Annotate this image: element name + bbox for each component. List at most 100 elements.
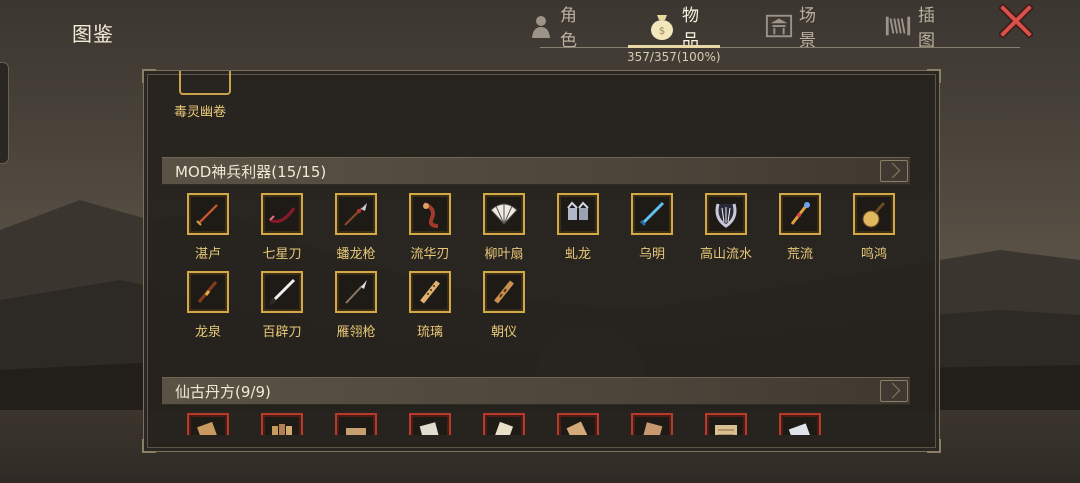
pipa-icon — [862, 201, 886, 228]
ornate-blade-icon — [423, 202, 439, 228]
item-slot[interactable] — [187, 193, 229, 235]
item-slot[interactable] — [631, 413, 673, 435]
item-cell[interactable]: 荒流 — [762, 193, 822, 273]
item-slot[interactable] — [409, 271, 451, 313]
item-slot[interactable] — [557, 413, 599, 435]
item-label: 龙泉 — [194, 325, 221, 340]
recipe-cell[interactable] — [244, 413, 304, 435]
tab-label: 角色 — [560, 6, 577, 51]
item-slot[interactable] — [409, 193, 451, 235]
illustration-scroll-icon — [884, 12, 912, 40]
scroll-viewport[interactable]: 毒灵幽卷 MOD神兵利器(15/15) 湛卢 七星刀 蟠龙枪 流华刃 柳叶扇 虬… — [144, 71, 939, 435]
item-cell[interactable]: 琉璃 — [392, 271, 452, 351]
previous-item-slot[interactable] — [179, 71, 231, 95]
scroll-icon — [788, 423, 813, 435]
tab-label: 物品 — [682, 6, 699, 51]
item-cell[interactable]: 高山流水 — [688, 193, 752, 273]
saber-icon — [268, 278, 296, 306]
recipe-cell[interactable] — [392, 413, 452, 435]
tab-label: 插图 — [918, 6, 935, 51]
tab-items[interactable]: $ 物品 — [648, 6, 699, 51]
panel-corner — [927, 439, 941, 453]
item-slot[interactable] — [557, 193, 599, 235]
scroll-icon — [641, 422, 663, 435]
scroll-icon — [419, 422, 441, 435]
collapse-arrow-icon[interactable] — [880, 380, 908, 402]
item-cell[interactable]: 柳叶扇 — [466, 193, 526, 273]
active-tab-indicator — [628, 45, 720, 48]
collection-progress: 357/357(100%) — [627, 50, 721, 64]
item-slot[interactable] — [631, 193, 673, 235]
item-slot[interactable] — [409, 413, 451, 435]
item-slot[interactable] — [705, 193, 747, 235]
section-header-mod-weapons[interactable]: MOD神兵利器(15/15) — [162, 157, 910, 185]
item-cell[interactable]: 湛卢 — [170, 193, 230, 273]
item-slot[interactable] — [705, 413, 747, 435]
recipe-cell[interactable] — [466, 413, 526, 435]
item-cell[interactable]: 流华刃 — [392, 193, 452, 273]
item-slot[interactable] — [483, 413, 525, 435]
previous-item-label: 毒灵幽卷 — [174, 105, 227, 120]
map-scroll-icon — [715, 425, 737, 435]
item-cell[interactable]: 鸣鸿 — [836, 193, 896, 273]
section-header-pill-recipes[interactable]: 仙古丹方(9/9) — [162, 377, 910, 405]
collapse-arrow-icon[interactable] — [880, 160, 908, 182]
blue-sword-icon — [639, 201, 665, 227]
spear-icon — [345, 280, 367, 304]
tab-character[interactable]: 角色 — [528, 6, 579, 51]
item-cell[interactable]: 七星刀 — [244, 193, 304, 273]
collection-panel[interactable]: 毒灵幽卷 MOD神兵利器(15/15) 湛卢 七星刀 蟠龙枪 流华刃 柳叶扇 虬… — [142, 69, 941, 453]
item-slot[interactable] — [335, 271, 377, 313]
panel-corner — [142, 439, 156, 453]
item-slot[interactable] — [335, 413, 377, 435]
item-slot[interactable] — [483, 271, 525, 313]
item-label: 雁翎枪 — [336, 325, 376, 340]
page-title: 图鉴 — [72, 22, 114, 46]
section-title: MOD神兵利器(15/15) — [175, 163, 327, 181]
tab-divider — [540, 47, 1020, 48]
recipe-cell[interactable] — [540, 413, 600, 435]
scroll-icon — [566, 421, 591, 435]
item-cell[interactable]: 朝仪 — [466, 271, 526, 351]
jeweled-staff-icon — [790, 202, 810, 225]
item-cell[interactable]: 百辟刀 — [244, 271, 304, 351]
gauntlet-icon — [567, 201, 589, 220]
sword-icon — [196, 203, 219, 226]
sword-icon — [197, 281, 218, 303]
recipe-cell[interactable] — [614, 413, 674, 435]
lyre-icon — [715, 203, 737, 228]
flute-icon — [420, 280, 440, 304]
item-slot[interactable] — [335, 193, 377, 235]
item-slot[interactable] — [779, 193, 821, 235]
item-label: 乌明 — [638, 247, 665, 262]
recipe-cell[interactable] — [318, 413, 378, 435]
scroll-icon — [197, 421, 220, 435]
item-cell[interactable]: 蟠龙枪 — [318, 193, 378, 273]
tab-scenes[interactable]: 场景 — [765, 6, 816, 51]
tab-illustrations[interactable]: 插图 — [884, 6, 935, 51]
item-slot[interactable] — [261, 193, 303, 235]
item-label: 流华刃 — [410, 247, 450, 262]
item-slot[interactable] — [187, 271, 229, 313]
fan-icon — [490, 203, 518, 225]
recipe-cell[interactable] — [688, 413, 748, 435]
item-cell[interactable]: 雁翎枪 — [318, 271, 378, 351]
item-slot[interactable] — [187, 413, 229, 435]
recipe-cell[interactable] — [170, 413, 230, 435]
item-label: 荒流 — [786, 247, 813, 262]
item-slot[interactable] — [261, 271, 303, 313]
item-slot[interactable] — [853, 193, 895, 235]
side-drawer-handle[interactable] — [0, 62, 9, 164]
svg-text:$: $ — [659, 26, 665, 37]
item-cell[interactable]: 龙泉 — [170, 271, 230, 351]
recipe-cell[interactable] — [762, 413, 822, 435]
item-label: 鸣鸿 — [860, 247, 887, 262]
item-slot[interactable] — [261, 413, 303, 435]
scroll-icon — [346, 428, 366, 435]
item-slot[interactable] — [483, 193, 525, 235]
close-x-icon[interactable] — [999, 4, 1033, 38]
item-cell[interactable]: 虬龙 — [540, 193, 600, 273]
item-cell[interactable]: 乌明 — [614, 193, 674, 273]
item-slot[interactable] — [779, 413, 821, 435]
scroll-bundle-icon — [272, 424, 292, 435]
